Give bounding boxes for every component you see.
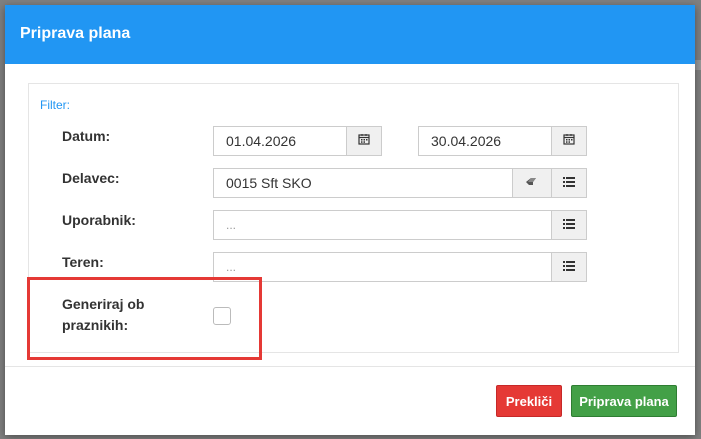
teren-input[interactable]: ... xyxy=(213,252,552,282)
teren-label: Teren: xyxy=(62,254,104,270)
uporabnik-input[interactable]: ... xyxy=(213,210,552,240)
footer-divider xyxy=(5,366,695,367)
delavec-input[interactable]: 0015 Sft SKO xyxy=(213,168,513,198)
filter-label: Filter: xyxy=(40,98,70,112)
date-to-input[interactable]: 30.04.2026 xyxy=(418,126,552,156)
delavec-list-button[interactable] xyxy=(551,168,587,198)
uporabnik-list-button[interactable] xyxy=(551,210,587,240)
datum-label: Datum: xyxy=(62,128,111,144)
date-to-calendar-button[interactable] xyxy=(551,126,587,156)
list-icon xyxy=(563,174,575,192)
list-icon xyxy=(563,216,575,234)
dialog-header: Priprava plana xyxy=(5,5,695,64)
priprava-plana-button[interactable]: Priprava plana xyxy=(571,385,677,417)
cancel-button[interactable]: Prekliči xyxy=(496,385,562,417)
eraser-icon xyxy=(525,174,539,192)
teren-list-button[interactable] xyxy=(551,252,587,282)
highlight-box xyxy=(27,277,262,360)
delavec-clear-button[interactable] xyxy=(512,168,552,198)
calendar-icon xyxy=(563,132,575,150)
uporabnik-label: Uporabnik: xyxy=(62,212,136,228)
list-icon xyxy=(563,258,575,276)
date-from-calendar-button[interactable] xyxy=(346,126,382,156)
delavec-label: Delavec: xyxy=(62,170,120,186)
date-from-input[interactable]: 01.04.2026 xyxy=(213,126,347,156)
priprava-plana-dialog: Priprava plana Filter: Datum: 01.04.2026… xyxy=(5,5,695,435)
background-edge xyxy=(695,60,701,70)
dialog-title: Priprava plana xyxy=(20,25,131,42)
calendar-icon xyxy=(358,132,370,150)
